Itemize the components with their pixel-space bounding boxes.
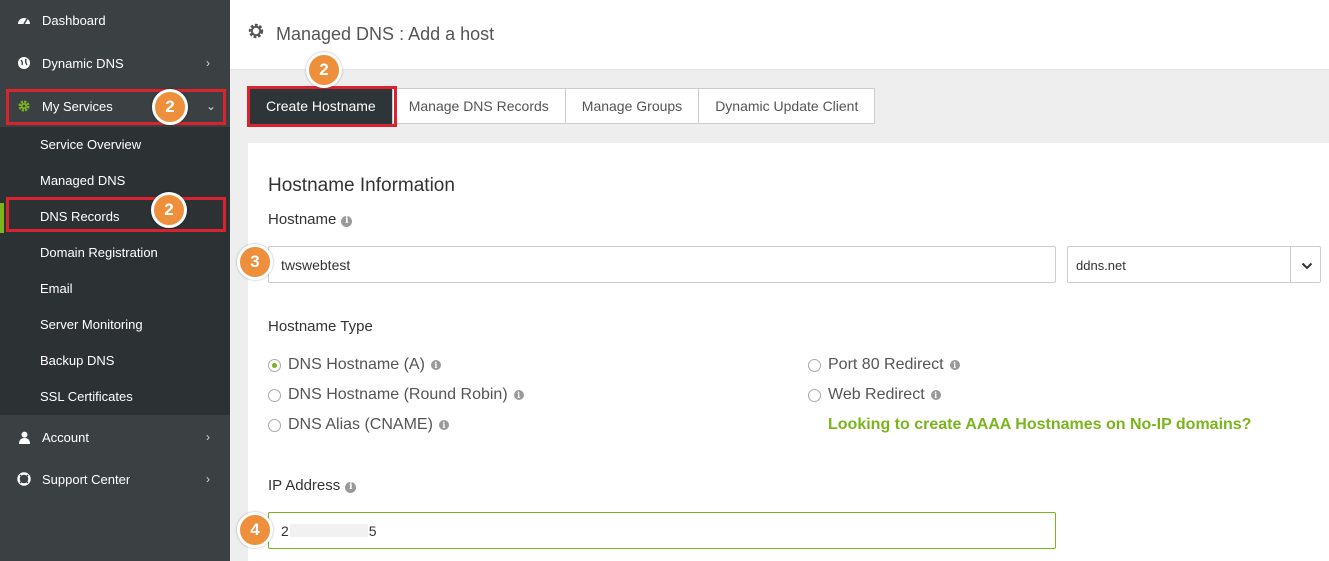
radio-port-80-redirect[interactable]: Port 80 Redirect i <box>808 356 960 374</box>
info-icon[interactable]: i <box>438 420 449 430</box>
radio-label: DNS Hostname (Round Robin) <box>288 386 508 403</box>
hostname-label: Hostname i <box>268 211 353 228</box>
chevron-right-icon: › <box>206 472 210 486</box>
gear-icon <box>247 22 265 46</box>
hostname-type-label: Hostname Type <box>268 318 373 335</box>
chevron-right-icon: › <box>206 430 210 444</box>
redacted-ip-segment <box>289 524 368 537</box>
radio-button[interactable] <box>808 388 821 402</box>
sidebar-item-label: Account <box>42 429 89 445</box>
hostname-value: twswebtest <box>281 256 351 273</box>
sidebar-item-account[interactable]: Account › <box>0 429 230 445</box>
step-badge: 3 <box>237 244 273 280</box>
section-title: Hostname Information <box>268 175 455 196</box>
page-title: Managed DNS : Add a host <box>276 24 495 44</box>
info-icon[interactable]: i <box>430 360 441 370</box>
step-badge: 2 <box>151 192 187 228</box>
step-badge: 2 <box>306 52 342 88</box>
sidebar: Dashboard Dynamic DNS › My Services ⌄ Se… <box>0 0 230 561</box>
domain-select[interactable]: ddns.net <box>1067 246 1321 283</box>
submenu-item-domain-registration[interactable]: Domain Registration <box>40 245 158 260</box>
lifebuoy-icon <box>17 472 31 486</box>
chevron-right-icon: › <box>206 56 210 70</box>
info-icon[interactable]: i <box>345 482 357 493</box>
tab-dynamic-update-client[interactable]: Dynamic Update Client <box>698 88 876 124</box>
radio-button[interactable] <box>268 388 281 402</box>
sidebar-item-label: Dynamic DNS <box>42 55 124 71</box>
info-icon[interactable]: i <box>341 216 353 227</box>
info-icon[interactable]: i <box>930 390 941 400</box>
submenu-item-ssl-certificates[interactable]: SSL Certificates <box>40 389 133 404</box>
highlight-create-hostname <box>247 86 397 127</box>
radio-button[interactable] <box>808 358 821 372</box>
radio-label: Web Redirect <box>828 386 925 403</box>
globe-icon <box>17 56 31 70</box>
radio-label: DNS Alias (CNAME) <box>288 416 433 433</box>
info-icon[interactable]: i <box>513 390 524 400</box>
aaaa-hostnames-link[interactable]: Looking to create AAAA Hostnames on No-I… <box>828 416 1251 434</box>
ip-value-suffix: 5 <box>368 522 377 539</box>
tab-manage-groups[interactable]: Manage Groups <box>564 88 700 124</box>
sidebar-item-label: Support Center <box>42 471 131 487</box>
radio-dns-hostname-round-robin[interactable]: DNS Hostname (Round Robin) i <box>268 386 524 404</box>
radio-dns-hostname-a[interactable]: DNS Hostname (A) i <box>268 356 441 374</box>
submenu-item-server-monitoring[interactable]: Server Monitoring <box>40 317 143 332</box>
radio-dns-alias-cname[interactable]: DNS Alias (CNAME) i <box>268 416 449 434</box>
chevron-down-icon <box>1301 259 1313 274</box>
step-badge: 2 <box>152 89 188 125</box>
ip-address-label-text: IP Address <box>268 477 341 494</box>
submenu-item-managed-dns[interactable]: Managed DNS <box>40 173 125 188</box>
ip-value-prefix: 2 <box>281 522 289 539</box>
highlight-my-services <box>6 89 226 125</box>
active-indicator <box>0 203 4 233</box>
services-submenu: Service Overview Managed DNS DNS Records… <box>0 127 230 415</box>
domain-value: ddns.net <box>1076 258 1126 273</box>
radio-label: Port 80 Redirect <box>828 356 944 373</box>
ip-address-input[interactable]: 25 <box>268 512 1056 549</box>
hostname-input[interactable]: twswebtest <box>268 246 1056 283</box>
info-icon[interactable]: i <box>949 360 960 370</box>
user-icon <box>17 430 31 444</box>
sidebar-item-dashboard[interactable]: Dashboard <box>0 12 230 28</box>
sidebar-item-support-center[interactable]: Support Center › <box>0 471 230 487</box>
submenu-item-backup-dns[interactable]: Backup DNS <box>40 353 114 368</box>
select-divider <box>1290 247 1291 282</box>
tab-manage-dns-records[interactable]: Manage DNS Records <box>391 88 566 124</box>
highlight-dns-records <box>6 197 226 232</box>
radio-button-selected[interactable] <box>268 358 281 372</box>
radio-label: DNS Hostname (A) <box>288 356 425 373</box>
submenu-item-email[interactable]: Email <box>40 281 73 296</box>
sidebar-item-dynamic-dns[interactable]: Dynamic DNS › <box>0 55 230 71</box>
radio-button[interactable] <box>268 418 281 432</box>
dashboard-icon <box>17 13 31 27</box>
submenu-item-service-overview[interactable]: Service Overview <box>40 137 141 152</box>
step-badge: 4 <box>237 512 273 548</box>
radio-web-redirect[interactable]: Web Redirect i <box>808 386 941 404</box>
form-panel <box>248 143 1329 561</box>
sidebar-item-label: Dashboard <box>42 12 106 28</box>
ip-address-label: IP Address i <box>268 477 357 494</box>
hostname-label-text: Hostname <box>268 211 337 228</box>
